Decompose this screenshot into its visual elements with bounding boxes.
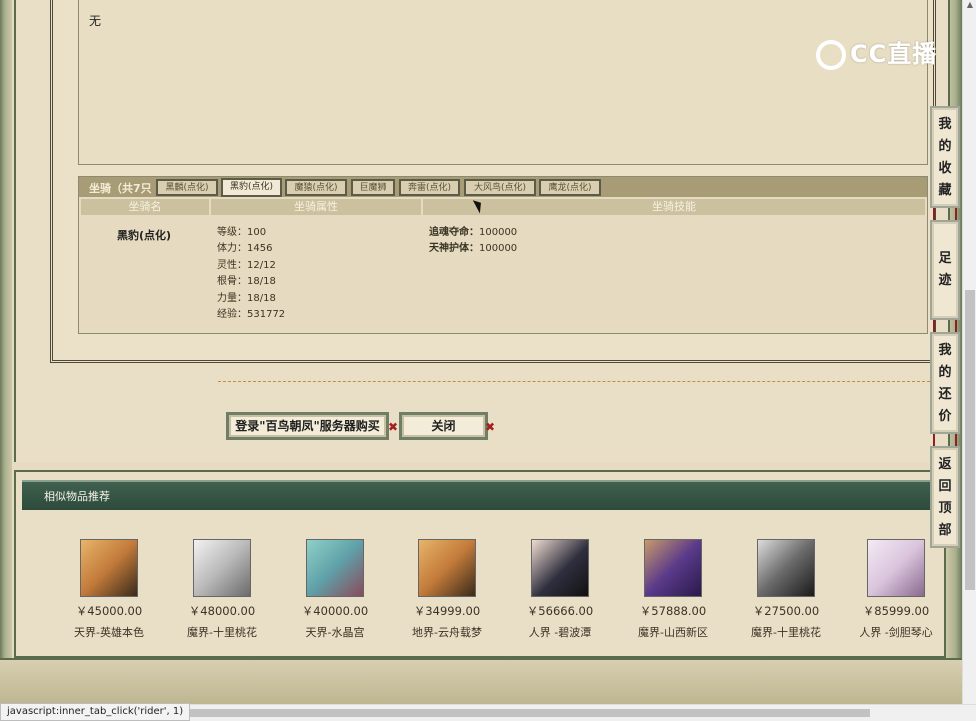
item-server[interactable]: 人界 -剑胆琴心 bbox=[843, 624, 949, 640]
skill-row: 天神护体：100000 bbox=[429, 241, 517, 257]
skill-value: 100000 bbox=[479, 227, 518, 238]
recommend-item[interactable]: ￥56666.00 人界 -碧波潭 bbox=[504, 539, 616, 640]
horizontal-scroll-thumb[interactable] bbox=[170, 709, 870, 717]
button-ornament-icon: ✖ bbox=[485, 420, 496, 434]
item-price: ￥57888.00 bbox=[639, 604, 707, 618]
recommend-item[interactable]: ￥40000.00 天界-水晶宫 bbox=[279, 539, 391, 640]
side-nav-separator bbox=[933, 208, 957, 220]
tab-mount-5[interactable]: 奔雷(点化) bbox=[399, 179, 460, 196]
mount-skills: 追魂夺命：100000 天神护体：100000 bbox=[429, 225, 517, 257]
item-server[interactable]: 天界-水晶宫 bbox=[279, 624, 391, 640]
attribute-row: 经验：531772 bbox=[217, 309, 286, 321]
item-image[interactable] bbox=[757, 539, 815, 597]
side-nav-label: 足迹 bbox=[938, 251, 952, 288]
attribute-row: 等级：100 bbox=[217, 227, 267, 238]
side-nav-history[interactable]: 足迹 bbox=[930, 220, 960, 320]
tab-mount-4[interactable]: 巨魔狮 bbox=[351, 179, 395, 196]
recommend-item[interactable]: ￥48000.00 魔界-十里桃花 bbox=[166, 539, 278, 640]
recommend-item[interactable]: ￥85999.00 人界 -剑胆琴心 bbox=[843, 539, 949, 640]
mount-section-title: 坐骑（共7只 bbox=[89, 182, 152, 195]
scroll-up-icon[interactable]: ▲ bbox=[965, 0, 975, 14]
left-frame-border bbox=[0, 0, 12, 690]
attribute-row: 力量：18/18 bbox=[217, 292, 276, 304]
side-nav-separator bbox=[933, 434, 957, 446]
skill-row: 追魂夺命：100000 bbox=[429, 225, 517, 241]
cc-logo-icon bbox=[816, 40, 846, 70]
column-header-name: 坐骑名 bbox=[81, 199, 209, 215]
item-image[interactable] bbox=[80, 539, 138, 597]
divider bbox=[218, 381, 930, 382]
side-nav-bargain[interactable]: 我的还价 bbox=[930, 332, 960, 434]
item-price: ￥56666.00 bbox=[526, 604, 594, 618]
side-nav-label: 返回顶部 bbox=[938, 457, 952, 538]
mount-name: 黑豹(点化) bbox=[117, 229, 172, 242]
item-image[interactable] bbox=[531, 539, 589, 597]
side-nav-back-to-top[interactable]: 返回顶部 bbox=[930, 446, 960, 548]
item-server[interactable]: 人界 -碧波潭 bbox=[504, 624, 616, 640]
description-box: 无 bbox=[78, 0, 928, 165]
tab-mount-7[interactable]: 鹰龙(点化) bbox=[539, 179, 601, 196]
item-image[interactable] bbox=[193, 539, 251, 597]
recommend-title: 相似物品推荐 bbox=[44, 490, 110, 503]
watermark-text: CC直播 bbox=[850, 40, 938, 68]
attribute-row: 根骨：18/18 bbox=[217, 276, 276, 288]
side-nav-label: 我的收藏 bbox=[938, 117, 952, 198]
vertical-scrollbar[interactable]: ▲ bbox=[962, 0, 976, 704]
item-price: ￥48000.00 bbox=[188, 604, 256, 618]
item-price: ￥34999.00 bbox=[413, 604, 481, 618]
login-buy-button[interactable]: 登录"百鸟朝凤"服务器购买 bbox=[226, 412, 389, 440]
side-nav-favorites[interactable]: 我的收藏 bbox=[930, 106, 960, 208]
item-server[interactable]: 魔界-山西新区 bbox=[617, 624, 729, 640]
recommend-item[interactable]: ￥57888.00 魔界-山西新区 bbox=[617, 539, 729, 640]
item-server[interactable]: 地界-云舟载梦 bbox=[391, 624, 503, 640]
browser-status-bar: javascript:inner_tab_click('rider', 1) bbox=[0, 703, 191, 721]
page-footer-frame bbox=[0, 658, 962, 706]
recommend-item[interactable]: ￥45000.00 天界-英雄本色 bbox=[53, 539, 165, 640]
side-nav-separator bbox=[933, 320, 957, 332]
item-price: ￥27500.00 bbox=[752, 604, 820, 618]
item-image[interactable] bbox=[867, 539, 925, 597]
tab-mount-1[interactable]: 黑麟(点化) bbox=[156, 179, 218, 196]
item-price: ￥40000.00 bbox=[301, 604, 369, 618]
skill-name: 追魂夺命： bbox=[429, 227, 479, 238]
recommend-item[interactable]: ￥34999.00 地界-云舟载梦 bbox=[391, 539, 503, 640]
skill-name: 天神护体： bbox=[429, 243, 479, 254]
column-header-skills: 坐骑技能 bbox=[423, 199, 925, 215]
watermark: CC直播 bbox=[816, 34, 937, 70]
item-image[interactable] bbox=[644, 539, 702, 597]
tab-mount-3[interactable]: 魔猿(点化) bbox=[285, 179, 347, 196]
item-image[interactable] bbox=[306, 539, 364, 597]
side-nav-label: 我的还价 bbox=[938, 343, 952, 424]
item-server[interactable]: 天界-英雄本色 bbox=[53, 624, 165, 640]
item-image[interactable] bbox=[418, 539, 476, 597]
item-price: ￥85999.00 bbox=[862, 604, 930, 618]
close-button[interactable]: 关闭 bbox=[399, 412, 488, 440]
mount-attributes: 等级：100 体力：1456 灵性：12/12 根骨：18/18 力量：18/1… bbox=[217, 225, 285, 323]
recommend-header: 相似物品推荐 bbox=[22, 480, 930, 510]
attribute-row: 体力：1456 bbox=[217, 243, 273, 255]
recommend-item[interactable]: ￥27500.00 魔界-十里桃花 bbox=[730, 539, 842, 640]
description-text: 无 bbox=[89, 14, 102, 28]
tab-mount-6[interactable]: 大风鸟(点化) bbox=[464, 179, 536, 196]
tab-mount-2[interactable]: 黑豹(点化) bbox=[221, 178, 282, 197]
item-price: ￥45000.00 bbox=[75, 604, 143, 618]
vertical-scroll-thumb[interactable] bbox=[965, 290, 975, 590]
skill-value: 100000 bbox=[479, 243, 518, 254]
column-header-attributes: 坐骑属性 bbox=[211, 199, 421, 215]
button-ornament-icon: ✖ bbox=[388, 420, 399, 434]
attribute-row: 灵性：12/12 bbox=[217, 259, 276, 271]
item-server[interactable]: 魔界-十里桃花 bbox=[166, 624, 278, 640]
mount-section: 坐骑（共7只 黑麟(点化) 黑豹(点化) 魔猿(点化) 巨魔狮 奔雷(点化) 大… bbox=[78, 176, 928, 334]
item-server[interactable]: 魔界-十里桃花 bbox=[730, 624, 842, 640]
mount-tabs-bar: 坐骑（共7只 黑麟(点化) 黑豹(点化) 魔猿(点化) 巨魔狮 奔雷(点化) 大… bbox=[79, 177, 927, 197]
